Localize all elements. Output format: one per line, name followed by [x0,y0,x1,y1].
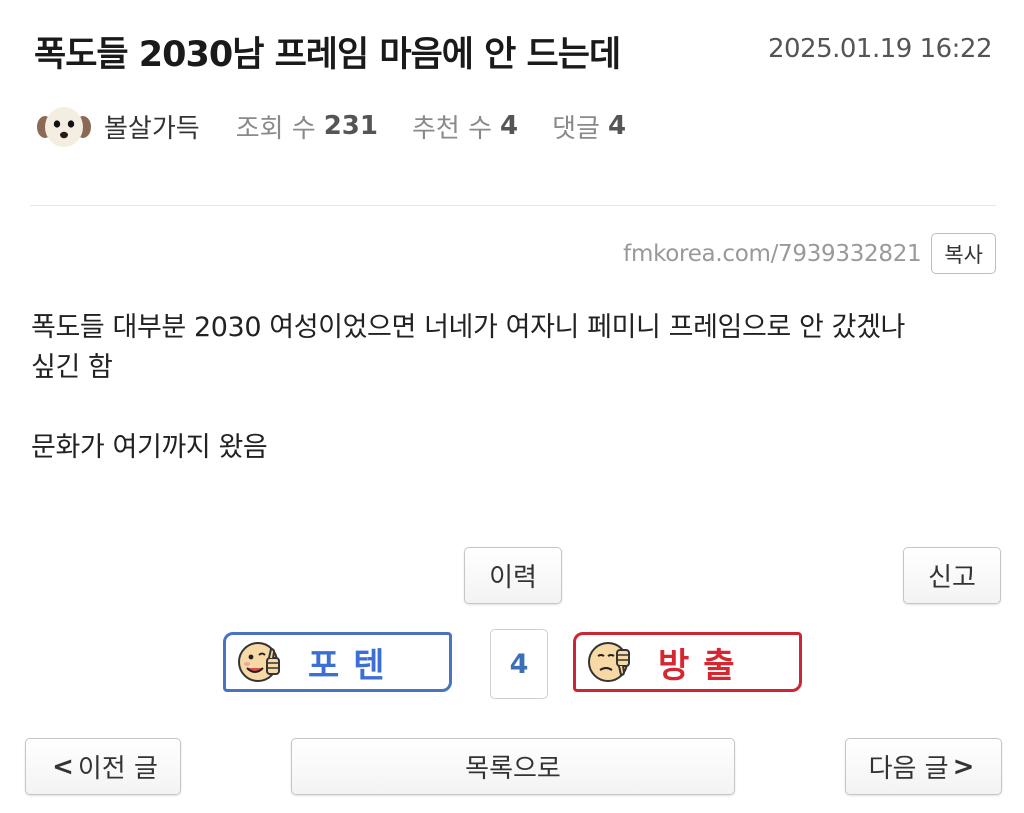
chevron-right-icon: > [952,751,975,782]
next-post-label: 다음 글 [868,754,949,784]
comments-label: 댓글 [552,113,600,144]
upvote-label: 포텐 [308,645,399,686]
prev-post-button[interactable]: < 이전 글 [25,738,181,795]
prev-post-label: 이전 글 [77,754,158,784]
views-count: 231 [323,111,378,141]
recommend-label: 추천 수 [412,113,493,144]
body-line: 문화가 여기까지 왔음 [31,432,268,463]
comments-count: 4 [607,111,627,141]
history-button[interactable]: 이력 [464,547,562,604]
author-name[interactable]: 볼살가득 [104,108,200,145]
short-url[interactable]: fmkorea.com/7939332821 [623,241,921,267]
upvote-button[interactable]: 포텐 [223,632,452,692]
downvote-label: 방출 [658,645,749,686]
thumbs-down-face-icon [588,642,630,682]
post-meta: 볼살가득 조회 수 231 추천 수 4 댓글 4 [36,101,660,151]
chevron-left-icon: < [52,751,74,782]
post-timestamp: 2025.01.19 16:22 [767,34,993,64]
list-button[interactable]: 목록으로 [291,738,735,795]
post-page: 폭도들 2030남 프레임 마음에 안 드는데 2025.01.19 16:22… [0,0,1024,813]
body-line: 폭도들 대부분 2030 여성이었으면 너네가 여자니 페미니 프레임으로 안 … [31,312,905,343]
post-title: 폭도들 2030남 프레임 마음에 안 드는데 [34,35,621,75]
next-post-button[interactable]: 다음 글 > [845,738,1002,795]
report-button[interactable]: 신고 [903,547,1001,604]
thumbs-up-face-icon [238,642,280,682]
downvote-button[interactable]: 방출 [573,632,802,692]
short-url-row: fmkorea.com/7939332821 복사 [623,233,996,274]
vote-count: 4 [490,629,548,699]
copy-url-button[interactable]: 복사 [931,233,996,274]
recommend-count: 4 [500,111,519,141]
views-label: 조회 수 [235,113,316,144]
header-divider [30,205,996,206]
avatar[interactable] [36,102,92,150]
body-line: 싶긴 함 [31,352,113,383]
post-body: 폭도들 대부분 2030 여성이었으면 너네가 여자니 페미니 프레임으로 안 … [31,308,1001,468]
